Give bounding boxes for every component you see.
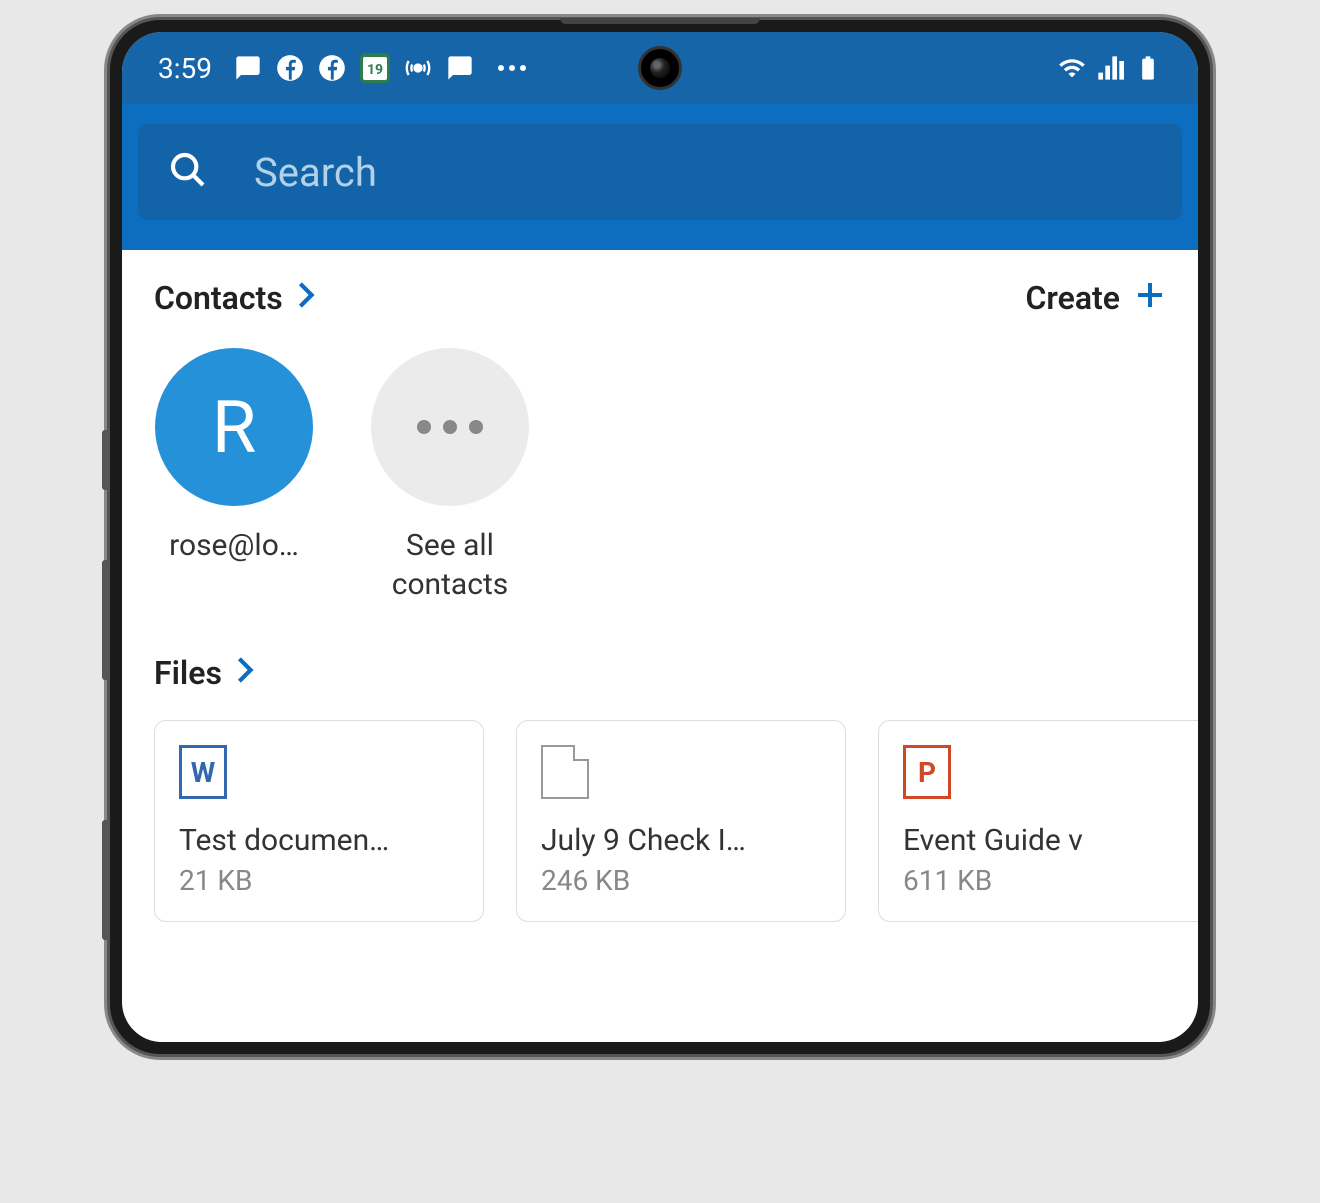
chat-icon (446, 54, 474, 82)
signal-icon (1096, 54, 1124, 82)
side-button (102, 430, 108, 490)
status-right (1058, 54, 1162, 82)
word-file-icon: W (179, 745, 227, 799)
more-icon (498, 65, 526, 71)
files-title: Files (154, 654, 222, 692)
plus-icon (1134, 278, 1166, 318)
search-bar[interactable]: Search (138, 124, 1182, 220)
side-button (102, 560, 108, 680)
screen: 3:59 19 (122, 32, 1198, 1042)
chevron-right-icon (297, 279, 315, 317)
content-area: Contacts Create R rose@lo (122, 250, 1198, 950)
wifi-icon (1058, 54, 1086, 82)
file-name: July 9 Check I… (541, 823, 821, 858)
file-card[interactable]: W Test documen… 21 KB (154, 720, 484, 922)
more-avatar (371, 348, 529, 506)
phone-frame: 3:59 19 (110, 20, 1210, 1054)
camera-notch (638, 46, 682, 90)
contact-item[interactable]: R rose@lo… (154, 348, 314, 604)
side-button (102, 820, 108, 940)
search-icon (168, 150, 208, 194)
contact-label: rose@lo… (169, 526, 299, 565)
contacts-title-link[interactable]: Contacts (154, 279, 315, 317)
calendar-icon: 19 (360, 53, 390, 83)
chevron-right-icon (236, 654, 254, 692)
facebook-icon (318, 54, 346, 82)
facebook-icon (276, 54, 304, 82)
calendar-date: 19 (367, 62, 383, 78)
search-section: Search (122, 104, 1198, 250)
files-section: Files W Test documen… 21 KB (154, 654, 1166, 922)
contacts-row: R rose@lo… See all contacts (154, 348, 1166, 604)
see-all-contacts-button[interactable]: See all contacts (370, 348, 530, 604)
file-card[interactable]: P Event Guide v 611 KB (878, 720, 1198, 922)
file-name: Event Guide v (903, 823, 1183, 858)
files-title-link[interactable]: Files (154, 654, 1166, 692)
status-left: 3:59 19 (158, 52, 526, 85)
create-label: Create (1025, 279, 1120, 317)
powerpoint-file-icon: P (903, 745, 951, 799)
blank-file-icon (541, 745, 589, 799)
search-placeholder: Search (254, 149, 377, 196)
battery-icon (1134, 54, 1162, 82)
contacts-title: Contacts (154, 279, 283, 317)
contact-initial: R (212, 385, 256, 470)
files-row: W Test documen… 21 KB July 9 Check I… 24… (154, 720, 1166, 922)
dots-icon (417, 420, 483, 434)
chat-icon (234, 54, 262, 82)
file-size: 21 KB (179, 864, 459, 897)
file-size: 246 KB (541, 864, 821, 897)
contacts-header: Contacts Create (154, 278, 1166, 318)
file-size: 611 KB (903, 864, 1183, 897)
status-time: 3:59 (158, 52, 212, 85)
status-bar: 3:59 19 (122, 32, 1198, 104)
see-all-label: See all contacts (370, 526, 530, 604)
file-name: Test documen… (179, 823, 459, 858)
broadcast-icon (404, 54, 432, 82)
file-card[interactable]: July 9 Check I… 246 KB (516, 720, 846, 922)
create-contact-button[interactable]: Create (1025, 278, 1166, 318)
contact-avatar: R (155, 348, 313, 506)
